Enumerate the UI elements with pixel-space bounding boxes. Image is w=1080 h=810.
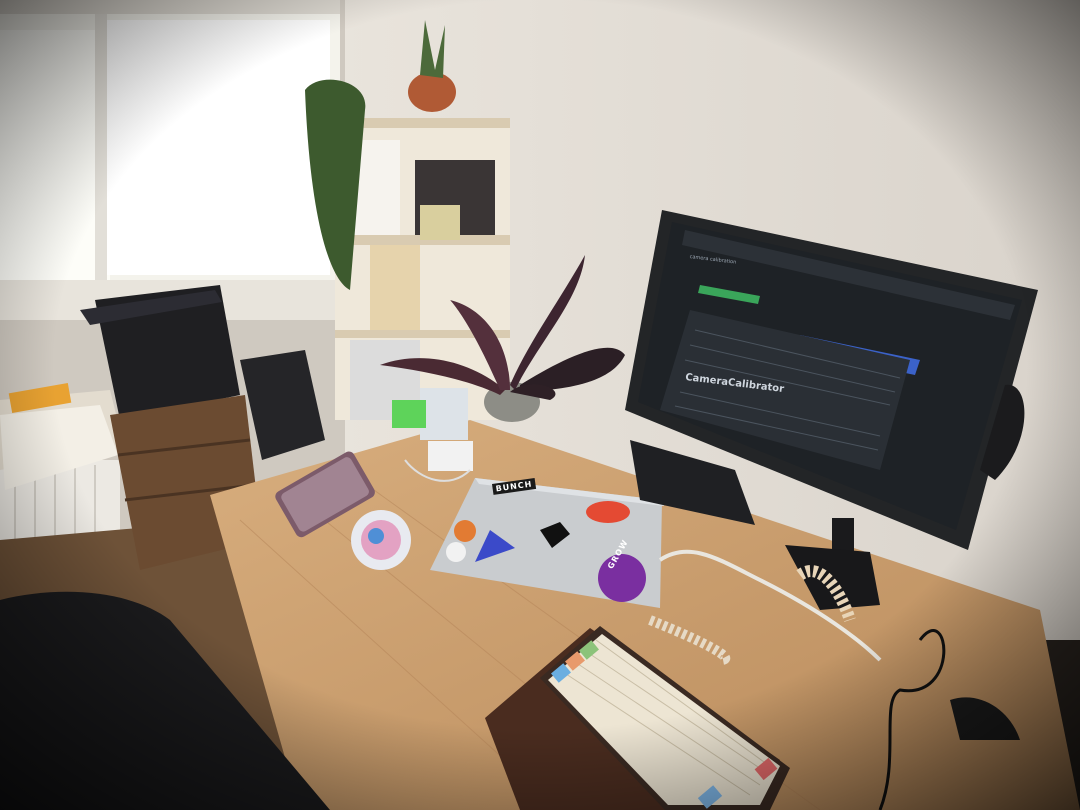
- scene-illustration: [0, 0, 1080, 810]
- photo-scene: camera calibration CameraCalibrator BUNC…: [0, 0, 1080, 810]
- vignette: [0, 0, 1080, 810]
